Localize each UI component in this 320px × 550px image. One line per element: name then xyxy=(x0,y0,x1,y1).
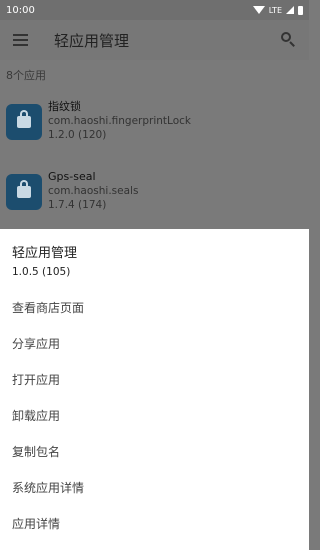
menu-item-app-details[interactable]: 应用详情 xyxy=(0,505,309,541)
menu-item-share-app[interactable]: 分享应用 xyxy=(0,325,309,361)
app-version: 1.7.4 (174) xyxy=(48,199,107,211)
sheet-title: 轻应用管理 xyxy=(12,246,78,261)
app-name: 指纹锁 xyxy=(48,100,81,113)
app-bar: 轻应用管理 xyxy=(0,20,309,60)
app-name: Gps-seal xyxy=(48,170,96,183)
app-version: 1.2.0 (120) xyxy=(48,129,107,141)
search-icon[interactable] xyxy=(269,20,309,60)
status-bar: 10:00 LTE xyxy=(0,0,309,20)
status-time: 10:00 xyxy=(6,4,35,16)
list-item[interactable]: Gps-seal com.haoshi.seals 1.7.4 (174) xyxy=(0,165,309,233)
app-package: com.haoshi.fingerprintLock xyxy=(48,115,191,127)
action-menu: 查看商店页面 分享应用 打开应用 卸载应用 复制包名 系统应用详情 应用详情 xyxy=(0,289,309,541)
status-icons: LTE xyxy=(252,5,303,15)
menu-item-system-app-details[interactable]: 系统应用详情 xyxy=(0,469,309,505)
sheet-version: 1.0.5 (105) xyxy=(12,266,71,278)
battery-icon xyxy=(298,5,303,15)
menu-icon[interactable] xyxy=(0,20,42,60)
menu-item-view-store-page[interactable]: 查看商店页面 xyxy=(0,289,309,325)
app-package: com.haoshi.seals xyxy=(48,185,139,197)
list-item[interactable]: 指纹锁 com.haoshi.fingerprintLock 1.2.0 (12… xyxy=(0,95,309,163)
page-title: 轻应用管理 xyxy=(54,31,130,50)
menu-item-uninstall-app[interactable]: 卸载应用 xyxy=(0,397,309,433)
fingerprint-lock-icon xyxy=(6,104,42,140)
network-type: LTE xyxy=(268,5,282,15)
app-count-label: 8个应用 xyxy=(6,69,46,82)
menu-item-copy-package-name[interactable]: 复制包名 xyxy=(0,433,309,469)
bottom-sheet: 轻应用管理 1.0.5 (105) 查看商店页面 分享应用 打开应用 卸载应用 … xyxy=(0,229,309,550)
signal-icon xyxy=(286,6,294,14)
gps-lock-icon xyxy=(6,174,42,210)
menu-item-open-app[interactable]: 打开应用 xyxy=(0,361,309,397)
wifi-icon xyxy=(252,6,265,14)
